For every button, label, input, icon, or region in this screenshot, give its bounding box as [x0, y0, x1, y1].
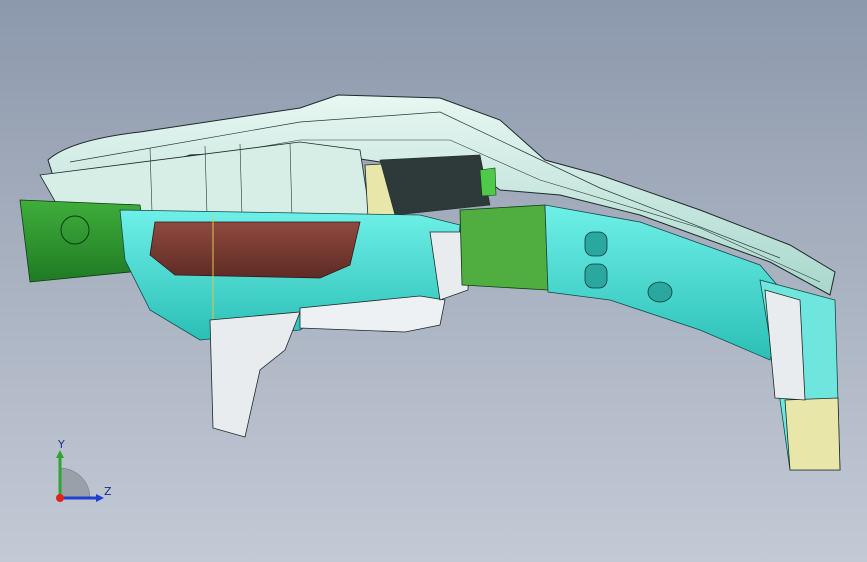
cad-model[interactable]	[0, 0, 867, 562]
z-axis-label: Z	[104, 485, 112, 498]
cyan-quarter-inner[interactable]	[544, 204, 791, 361]
y-axis-label: Y	[57, 438, 65, 451]
green-accent[interactable]	[479, 167, 497, 197]
axis-triad: Y Z	[56, 438, 112, 502]
x-axis-dot	[56, 494, 64, 502]
3d-viewport[interactable]: Y Z	[0, 0, 867, 562]
z-axis-arrow	[96, 494, 104, 502]
rear-pillar-yellow[interactable]	[784, 397, 841, 471]
inner-cavity	[379, 154, 491, 216]
y-axis-arrow	[56, 450, 64, 458]
triad-plane	[59, 467, 91, 499]
white-bracket-lower[interactable]	[209, 311, 301, 438]
rear-pillar-white[interactable]	[764, 289, 806, 401]
green-panel-rear[interactable]	[459, 204, 549, 291]
brown-panel[interactable]	[149, 221, 361, 279]
